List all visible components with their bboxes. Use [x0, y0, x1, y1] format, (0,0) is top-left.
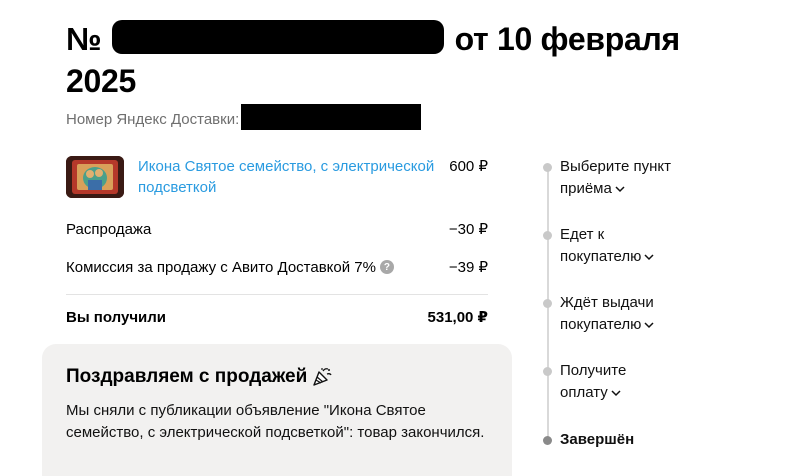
- step-line2: покупателю: [560, 316, 642, 333]
- step-line1: Едет к: [560, 226, 605, 243]
- step-dot: [543, 367, 552, 376]
- chevron-down-icon: [615, 186, 625, 193]
- total-label: Вы получили: [66, 308, 167, 326]
- total-amount: 531,00 ₽: [427, 309, 488, 326]
- divider: [66, 294, 488, 295]
- step-line2: оплату: [560, 384, 608, 401]
- redacted-delivery-number: [241, 104, 422, 130]
- congrats-card: Поздравляем с продажей Мы сняли с публик…: [42, 344, 512, 476]
- step-get-payment[interactable]: Получите оплату: [540, 360, 626, 404]
- help-icon[interactable]: ?: [379, 260, 394, 274]
- step-label[interactable]: Получите оплату: [560, 360, 626, 404]
- party-popper-icon: [311, 366, 333, 388]
- step-dot: [543, 231, 552, 240]
- total-row: Вы получили 531,00 ₽: [66, 301, 488, 333]
- step-dot: [543, 163, 552, 172]
- step-completed: Завершён: [540, 429, 634, 451]
- step-label[interactable]: Выберите пункт приёма: [560, 156, 671, 200]
- commission-label: Комиссия за продажу с Авито Доставкой 7%: [66, 258, 376, 276]
- chevron-down-icon: [644, 254, 654, 261]
- commission-amount: −39 ₽: [448, 258, 488, 276]
- step-line2: покупателю: [560, 248, 642, 265]
- item-thumbnail[interactable]: [66, 156, 124, 198]
- congrats-title: Поздравляем с продажей: [66, 366, 308, 387]
- step-completed-label: Завершён: [560, 431, 635, 448]
- order-page: № от 10 февраля 2025 Номер Яндекс Достав…: [0, 0, 803, 476]
- order-summary: Икона Святое семейство, с электрической …: [66, 156, 488, 333]
- step-dot-current: [543, 436, 552, 445]
- step-line1: Получите: [560, 362, 627, 379]
- congrats-text: Мы сняли с публикации объявление "Икона …: [66, 402, 485, 441]
- sale-discount-row: Распродажа −30 ₽: [66, 210, 488, 248]
- step-line2: приёма: [560, 180, 612, 197]
- chevron-down-icon: [644, 322, 654, 329]
- chevron-down-icon: [611, 390, 621, 397]
- page-title: № от 10 февраля 2025: [66, 18, 706, 102]
- order-item: Икона Святое семейство, с электрической …: [66, 156, 488, 204]
- step-line1: Выберите пункт: [560, 158, 671, 175]
- delivery-number: Номер Яндекс Доставки:: [66, 104, 422, 130]
- step-line1: Ждёт выдачи: [560, 294, 654, 311]
- step-awaiting-pickup[interactable]: Ждёт выдачи покупателю: [540, 292, 654, 336]
- title-prefix: №: [66, 21, 102, 57]
- redacted-order-number: [111, 20, 444, 54]
- step-dot: [543, 299, 552, 308]
- step-on-way[interactable]: Едет к покупателю: [540, 224, 654, 268]
- commission-row: Комиссия за продажу с Авито Доставкой 7%…: [66, 248, 488, 286]
- sale-discount-label: Распродажа: [66, 220, 152, 238]
- step-label[interactable]: Едет к покупателю: [560, 224, 654, 268]
- step-choose-pickup[interactable]: Выберите пункт приёма: [540, 156, 671, 200]
- item-price: 600 ₽: [449, 158, 488, 175]
- commission-label-wrap: Комиссия за продажу с Авито Доставкой 7%…: [66, 257, 394, 278]
- step-label[interactable]: Ждёт выдачи покупателю: [560, 292, 654, 336]
- delivery-number-label: Номер Яндекс Доставки:: [66, 111, 240, 128]
- congrats-heading: Поздравляем с продажей: [66, 364, 488, 390]
- sale-discount-amount: −30 ₽: [448, 220, 488, 238]
- item-title-link[interactable]: Икона Святое семейство, с электрической …: [138, 156, 449, 198]
